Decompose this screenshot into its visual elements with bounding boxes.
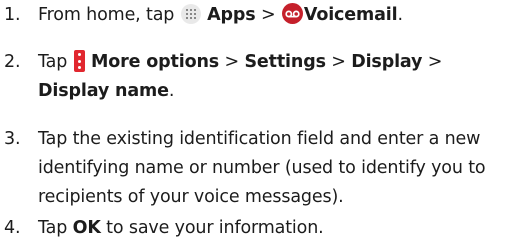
step-end: . [168,81,175,101]
step-number: 1. [4,5,21,25]
more-options-label: More options [91,52,220,72]
step-end: . [397,5,403,25]
step-number: 4. [4,218,21,238]
step-line: Tap the existing identification field an… [38,129,481,149]
more-options-icon [73,50,85,72]
separator: > [224,52,240,72]
separator: > [331,52,346,72]
step-line: identifying name or number (used to iden… [38,158,486,178]
display-name-label: Display name [38,81,169,101]
apps-grid-icon [180,4,201,24]
step-line: recipients of your voice messages). [38,187,344,207]
step-number: 2. [4,52,21,72]
step-text: Tap OK to save your information. [38,214,524,243]
step-prefix: Tap [38,52,68,72]
step-number: 3. [4,129,21,149]
voicemail-icon [281,3,303,24]
step-text: Tap More options > Settings > Display > … [38,48,524,106]
display-label: Display [351,52,423,72]
settings-label: Settings [244,52,326,72]
separator: > [260,5,276,25]
voicemail-label: Voicemail [303,5,398,25]
separator: > [427,52,443,72]
apps-label: Apps [207,5,256,25]
step-suffix: to save your information. [106,218,324,238]
step-text: From home, tap Apps > Voicemail. [38,1,524,30]
step-prefix: From home, tap [38,5,175,25]
step-text: Tap the existing identification field an… [38,125,524,212]
step-prefix: Tap [38,218,68,238]
ok-label: OK [72,218,101,238]
